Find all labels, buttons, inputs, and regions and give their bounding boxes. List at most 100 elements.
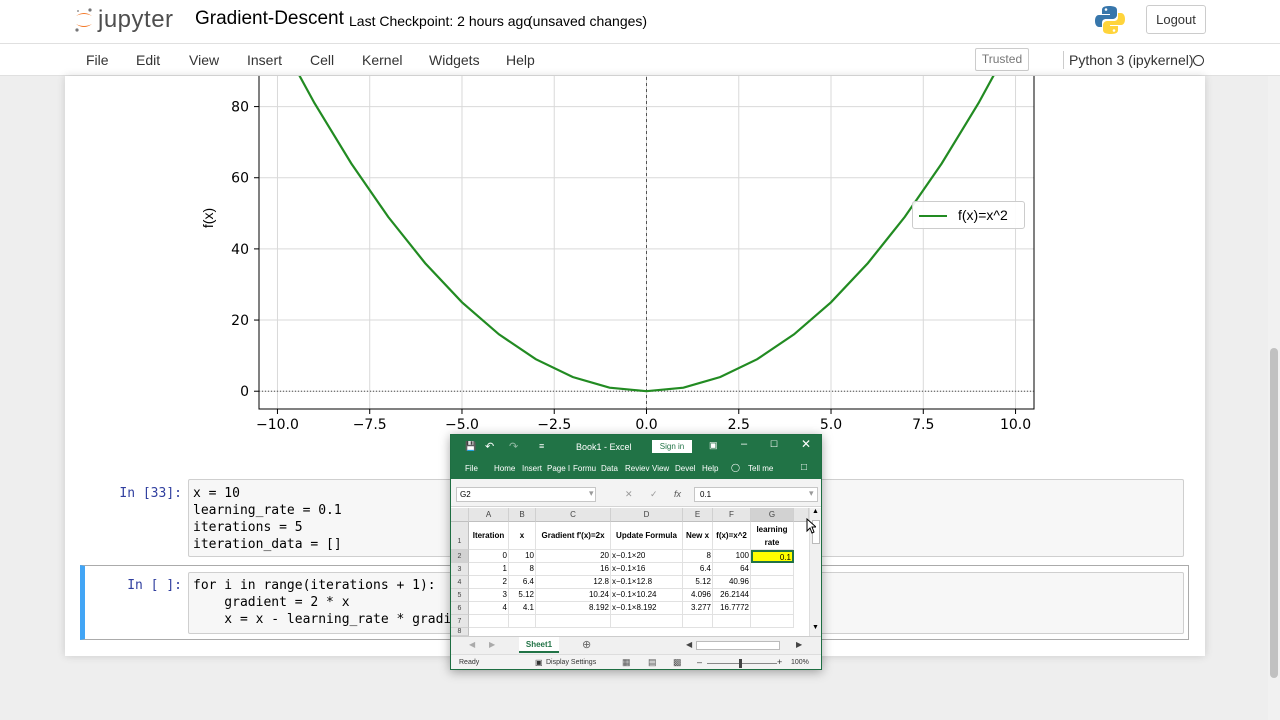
column-header[interactable]: F — [713, 508, 751, 522]
menu-insert[interactable]: Insert — [247, 52, 282, 68]
row-header[interactable]: 3 — [451, 563, 469, 576]
zoom-slider-thumb[interactable] — [739, 659, 742, 668]
page-layout-view-icon[interactable]: ▤ — [648, 657, 657, 668]
table-cell[interactable] — [611, 615, 683, 628]
table-header-cell[interactable]: Iteration — [469, 522, 509, 550]
table-cell[interactable]: 2 — [469, 576, 509, 589]
table-cell[interactable]: 0 — [469, 550, 509, 563]
ribbon-tab-view[interactable]: View — [652, 464, 669, 473]
maximize-icon[interactable]: ☐ — [770, 439, 778, 450]
ribbon-tab-page-layout[interactable]: Page I — [547, 464, 570, 473]
menu-file[interactable]: File — [86, 52, 109, 68]
table-header-cell[interactable]: Update Formula — [611, 522, 683, 550]
table-cell[interactable]: 8 — [509, 563, 536, 576]
spreadsheet-grid[interactable]: A B C D E F G 1 2 3 4 5 6 7 8 Iteration … — [451, 508, 821, 636]
minimize-icon[interactable]: – — [741, 438, 747, 450]
trusted-indicator[interactable]: Trusted — [975, 48, 1029, 71]
ribbon-tab-data[interactable]: Data — [601, 464, 618, 473]
row-header[interactable]: 5 — [451, 589, 469, 602]
excel-titlebar[interactable]: 💾 ↶ ↷ ≡ Book1 - Excel Sign in ▣ – ☐ ✕ — [451, 435, 821, 459]
page-break-view-icon[interactable]: ▩ — [673, 657, 682, 668]
table-cell[interactable] — [683, 615, 713, 628]
kernel-name[interactable]: Python 3 (ipykernel) — [1069, 52, 1194, 68]
menu-widgets[interactable]: Widgets — [429, 52, 480, 68]
ribbon-tab-insert[interactable]: Insert — [522, 464, 542, 473]
close-icon[interactable]: ✕ — [801, 437, 811, 451]
menu-help[interactable]: Help — [506, 52, 535, 68]
table-cell[interactable] — [751, 576, 794, 589]
formula-expand-icon[interactable]: ▾ — [809, 488, 814, 499]
table-cell[interactable]: 6.4 — [509, 576, 536, 589]
column-header[interactable]: B — [509, 508, 536, 522]
row-header[interactable]: 7 — [451, 615, 469, 628]
table-cell[interactable] — [751, 589, 794, 602]
confirm-entry-icon[interactable]: ✓ — [650, 489, 658, 500]
table-cell[interactable]: 5.12 — [683, 576, 713, 589]
scroll-up-icon[interactable]: ▲ — [812, 508, 819, 515]
comments-icon[interactable]: □ — [801, 462, 807, 473]
table-cell[interactable]: 8.192 — [536, 602, 611, 615]
save-icon[interactable]: 💾 — [465, 441, 476, 452]
insert-function-icon[interactable]: fx — [674, 489, 681, 499]
table-cell[interactable]: 4.1 — [509, 602, 536, 615]
ribbon-tab-home[interactable]: Home — [494, 464, 515, 473]
sheet-tab[interactable]: Sheet1 — [519, 637, 559, 653]
customize-toolbar-icon[interactable]: ≡ — [539, 441, 544, 451]
table-cell[interactable] — [469, 615, 509, 628]
table-cell[interactable]: x−0.1×12.8 — [611, 576, 683, 589]
display-settings-button[interactable]: Display Settings — [546, 659, 596, 666]
tell-me-search[interactable]: Tell me — [748, 464, 773, 473]
select-all-corner[interactable] — [451, 508, 469, 522]
table-cell[interactable]: 40.96 — [713, 576, 751, 589]
row-header[interactable]: 2 — [451, 550, 469, 563]
table-cell[interactable] — [509, 615, 536, 628]
jupyter-logo[interactable]: jupyter — [74, 5, 174, 35]
row-header[interactable]: 6 — [451, 602, 469, 615]
table-header-cell[interactable]: x — [509, 522, 536, 550]
table-cell[interactable]: x−0.1×20 — [611, 550, 683, 563]
table-cell[interactable]: 1 — [469, 563, 509, 576]
formula-input[interactable]: 0.1 — [694, 487, 818, 502]
table-cell[interactable]: 16 — [536, 563, 611, 576]
name-box[interactable]: G2 — [456, 487, 596, 502]
sheet-horizontal-scrollbar[interactable] — [696, 641, 780, 650]
table-cell[interactable] — [536, 615, 611, 628]
table-cell[interactable]: 20 — [536, 550, 611, 563]
scroll-down-icon[interactable]: ▼ — [812, 624, 819, 631]
normal-view-icon[interactable]: ▦ — [622, 657, 631, 668]
menu-edit[interactable]: Edit — [136, 52, 160, 68]
table-cell[interactable]: x−0.1×16 — [611, 563, 683, 576]
column-header[interactable]: A — [469, 508, 509, 522]
next-sheet-icon[interactable]: ▶ — [489, 640, 495, 649]
table-cell[interactable]: 26.2144 — [713, 589, 751, 602]
table-cell[interactable] — [713, 615, 751, 628]
ribbon-tab-formulas[interactable]: Formu — [573, 464, 596, 473]
table-cell[interactable]: x−0.1×8.192 — [611, 602, 683, 615]
table-cell[interactable]: x−0.1×10.24 — [611, 589, 683, 602]
ribbon-tab-developer[interactable]: Devel — [675, 464, 695, 473]
table-cell[interactable]: 4 — [469, 602, 509, 615]
table-header-cell[interactable]: f(x)=x^2 — [713, 522, 751, 550]
notebook-title[interactable]: Gradient-Descent — [195, 8, 344, 30]
column-header[interactable]: E — [683, 508, 713, 522]
add-sheet-icon[interactable]: ⊕ — [582, 638, 591, 651]
table-cell[interactable]: 8 — [683, 550, 713, 563]
undo-icon[interactable]: ↶ — [485, 440, 494, 453]
page-scrollbar-thumb[interactable] — [1270, 348, 1278, 678]
row-header[interactable]: 1 — [451, 522, 469, 550]
table-cell[interactable]: 100 — [713, 550, 751, 563]
ribbon-tab-review[interactable]: Reviev — [625, 464, 649, 473]
active-cell[interactable]: 0.1 — [751, 550, 794, 563]
ribbon-tab-help[interactable]: Help — [702, 464, 718, 473]
ribbon-display-icon[interactable]: ▣ — [709, 440, 718, 451]
table-cell[interactable]: 64 — [713, 563, 751, 576]
table-cell[interactable]: 10.24 — [536, 589, 611, 602]
zoom-slider[interactable] — [707, 663, 777, 664]
zoom-out-icon[interactable]: – — [697, 657, 702, 667]
table-header-cell[interactable]: New x — [683, 522, 713, 550]
table-cell[interactable]: 16.7772 — [713, 602, 751, 615]
menu-cell[interactable]: Cell — [310, 52, 334, 68]
row-header[interactable]: 4 — [451, 576, 469, 589]
zoom-level[interactable]: 100% — [791, 659, 809, 666]
table-cell[interactable]: 5.12 — [509, 589, 536, 602]
